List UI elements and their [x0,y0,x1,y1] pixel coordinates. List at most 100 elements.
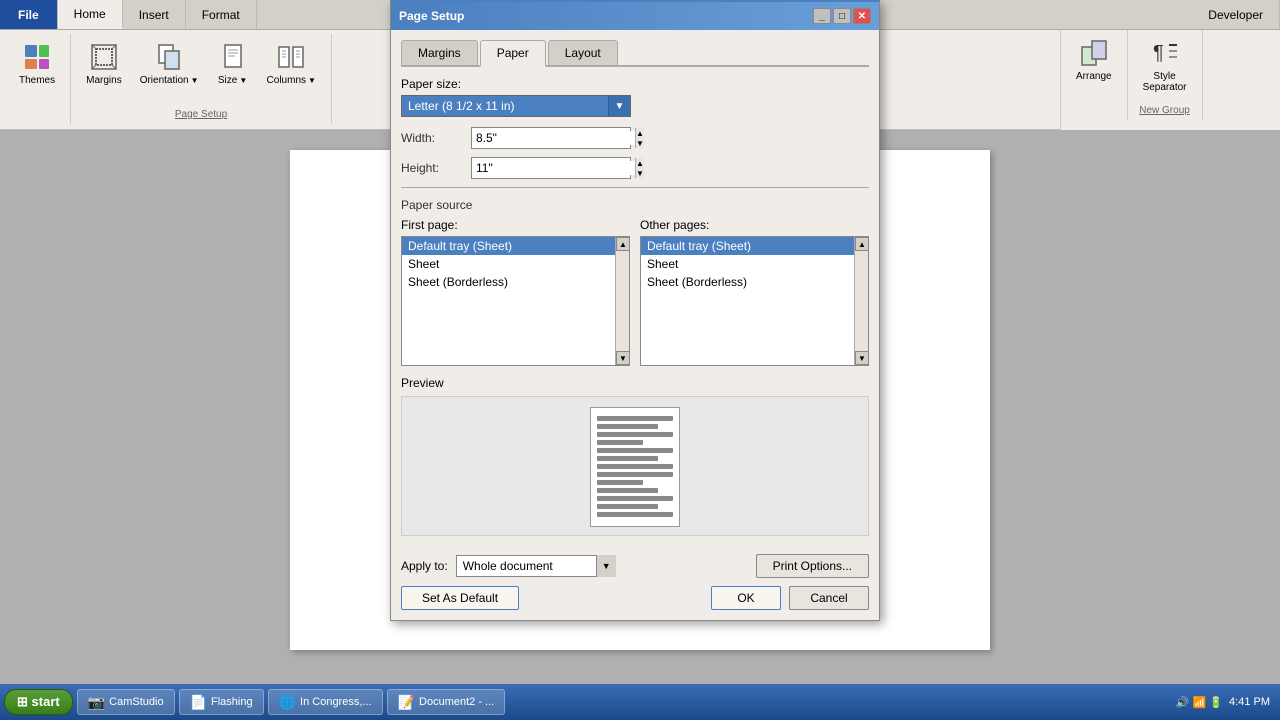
page-setup-label: Page Setup [175,109,227,120]
paper-size-arrow: ▼ [608,96,630,116]
height-down-button[interactable]: ▼ [635,168,644,178]
dialog-close-button[interactable]: ✕ [853,8,871,24]
list-item[interactable]: Default tray (Sheet) [641,237,868,255]
width-up-button[interactable]: ▲ [635,128,644,138]
list-item[interactable]: Default tray (Sheet) [402,237,629,255]
dialog-maximize-button[interactable]: □ [833,8,851,24]
other-pages-label: Other pages: [640,218,869,232]
taskbar-item-camstudio[interactable]: 📷 CamStudio [77,689,175,715]
columns-label: Columns ▼ [267,75,316,86]
taskbar-item-document[interactable]: 📝 Document2 - ... [387,689,506,715]
taskbar-tray: 🔊 📶 🔋 4:41 PM [1170,696,1276,709]
start-icon: ⊞ [17,694,28,709]
taskbar: ⊞ start 📷 CamStudio 📄 Flashing 🌐 In Cong… [0,684,1280,720]
first-page-col: First page: Default tray (Sheet) Sheet S… [401,218,630,366]
other-pages-col: Other pages: Default tray (Sheet) Sheet … [640,218,869,366]
scroll-track [616,251,629,351]
preview-line [597,456,658,461]
dialog-titlebar: Page Setup _ □ ✕ [391,2,879,30]
other-pages-scrollbar[interactable]: ▲ ▼ [854,237,868,365]
preview-box [401,396,869,536]
ok-button[interactable]: OK [711,586,781,610]
height-row: Height: ▲ ▼ [401,157,869,179]
first-page-list[interactable]: Default tray (Sheet) Sheet Sheet (Border… [401,236,630,366]
ok-cancel-group: OK Cancel [711,586,869,610]
paper-size-combo[interactable]: Letter (8 1/2 x 11 in) ▼ [401,95,631,117]
width-spinner-buttons: ▲ ▼ [635,128,644,148]
tab-file[interactable]: File [0,0,58,29]
camstudio-icon: 📷 [88,694,105,711]
dialog-tabs: Margins Paper Layout [401,40,869,67]
cancel-button[interactable]: Cancel [789,586,869,610]
scroll-up-button[interactable]: ▲ [855,237,869,251]
start-button[interactable]: ⊞ start [4,689,73,715]
document-icon: 📝 [398,694,415,711]
orientation-label: Orientation ▼ [140,75,199,86]
themes-button[interactable]: Themes [12,38,62,89]
margins-button[interactable]: Margins [79,38,129,89]
scroll-up-button[interactable]: ▲ [616,237,630,251]
tab-developer[interactable]: Developer [1192,0,1280,29]
list-item[interactable]: Sheet (Borderless) [641,273,868,291]
print-options-button[interactable]: Print Options... [756,554,869,578]
paper-size-row: Letter (8 1/2 x 11 in) ▼ [401,95,869,117]
preview-line [597,504,658,509]
width-spinner[interactable]: ▲ ▼ [471,127,631,149]
paper-source-row: First page: Default tray (Sheet) Sheet S… [401,218,869,366]
tab-home[interactable]: Home [58,0,123,29]
preview-line [597,496,673,501]
paper-size-combo-wrap: Letter (8 1/2 x 11 in) ▼ [401,95,631,117]
preview-line [597,432,673,437]
page-setup-dialog: Page Setup _ □ ✕ Margins Paper Layout [390,0,880,621]
size-button[interactable]: Size ▼ [210,38,256,89]
width-input[interactable] [472,131,635,145]
tab-format[interactable]: Format [186,0,257,29]
set-as-default-button[interactable]: Set As Default [401,586,519,610]
preview-line [597,480,643,485]
taskbar-item-flashing[interactable]: 📄 Flashing [179,689,264,715]
dialog-minimize-button[interactable]: _ [813,8,831,24]
tab-insert[interactable]: Insert [123,0,186,29]
tab-layout[interactable]: Layout [548,40,618,65]
preview-line [597,440,643,445]
other-pages-list[interactable]: Default tray (Sheet) Sheet Sheet (Border… [640,236,869,366]
paper-size-label: Paper size: [401,77,869,91]
columns-button[interactable]: Columns ▼ [260,38,323,89]
new-group-label: New Group [1139,105,1190,116]
preview-line [597,424,658,429]
scroll-down-button[interactable]: ▼ [616,351,630,365]
width-label: Width: [401,131,471,145]
tab-paper[interactable]: Paper [480,40,546,67]
tab-margins[interactable]: Margins [401,40,478,65]
group-themes: Themes [4,34,71,124]
section-divider [401,187,869,188]
preview-line [597,488,658,493]
style-separator-icon: ¶ [1149,37,1181,69]
apply-to-select[interactable]: Whole document This point forward [456,555,616,577]
preview-line [597,448,673,453]
preview-line [597,472,673,477]
orientation-button[interactable]: Orientation ▼ [133,38,206,89]
group-page-setup: Margins Orientation ▼ [71,34,332,124]
arrange-button[interactable]: Arrange [1069,34,1119,85]
scroll-down-button[interactable]: ▼ [855,351,869,365]
margins-icon [88,41,120,73]
group-style-separator: ¶ StyleSeparator New Group [1128,30,1203,120]
list-item[interactable]: Sheet (Borderless) [402,273,629,291]
taskbar-item-congress[interactable]: 🌐 In Congress,... [268,689,383,715]
congress-icon: 🌐 [279,694,296,711]
margins-label: Margins [86,75,122,86]
taskbar-time: 4:41 PM [1229,696,1270,708]
width-down-button[interactable]: ▼ [635,138,644,148]
preview-page [590,407,680,527]
scroll-track [855,251,868,351]
first-page-scrollbar[interactable]: ▲ ▼ [615,237,629,365]
preview-section: Preview [401,376,869,536]
style-separator-button[interactable]: ¶ StyleSeparator [1136,34,1194,96]
preview-label: Preview [401,376,869,390]
list-item[interactable]: Sheet [641,255,868,273]
height-input[interactable] [472,161,635,175]
list-item[interactable]: Sheet [402,255,629,273]
height-up-button[interactable]: ▲ [635,158,644,168]
height-spinner[interactable]: ▲ ▼ [471,157,631,179]
